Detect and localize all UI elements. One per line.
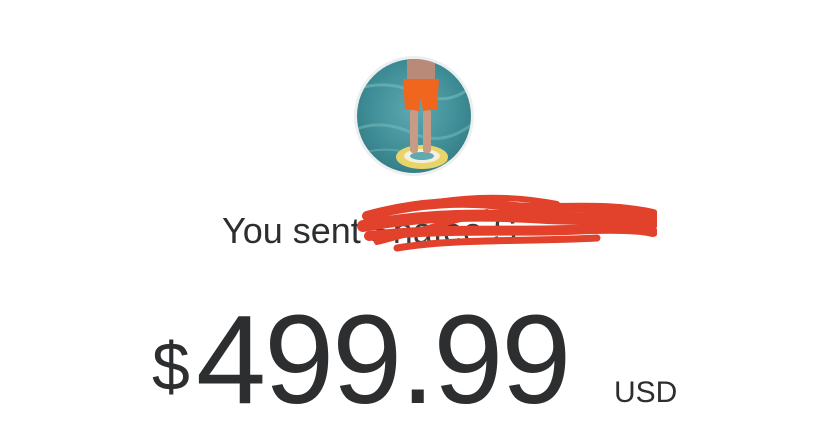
currency-code: USD [614, 376, 678, 409]
recipient-name-text: Shafee S [368, 210, 517, 251]
recipient-name: Shafee S [356, 194, 657, 256]
sent-label: You sent [222, 210, 361, 251]
profile-photo-icon [357, 59, 471, 173]
recipient-avatar [354, 56, 474, 176]
amount-value: 499.99 [196, 289, 571, 430]
sent-line: You sent Shafee S [222, 194, 682, 256]
currency-symbol: $ [152, 329, 190, 405]
